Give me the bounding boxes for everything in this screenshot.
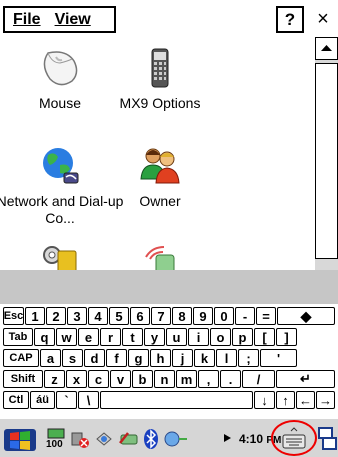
key-international[interactable]: áü bbox=[30, 391, 55, 409]
key-slash[interactable]: / bbox=[242, 370, 275, 388]
key-space[interactable] bbox=[100, 391, 253, 409]
key-1[interactable]: 1 bbox=[25, 307, 45, 325]
key-right-arrow[interactable]: → bbox=[316, 391, 335, 409]
key-f[interactable]: f bbox=[106, 349, 127, 367]
key-down-arrow[interactable]: ↓ bbox=[254, 391, 275, 409]
key-t[interactable]: t bbox=[122, 328, 143, 346]
key-r[interactable]: r bbox=[100, 328, 121, 346]
key-equals[interactable]: = bbox=[256, 307, 276, 325]
clock-time: 4:10 bbox=[239, 432, 264, 446]
battery-level: 100 bbox=[46, 439, 63, 450]
key-o[interactable]: o bbox=[210, 328, 231, 346]
owner-people-icon bbox=[140, 148, 180, 184]
item-label: Owner bbox=[139, 193, 181, 209]
key-ctrl[interactable]: Ctl bbox=[3, 391, 29, 409]
key-2[interactable]: 2 bbox=[46, 307, 66, 325]
mx9-options-item[interactable]: MX9 Options bbox=[95, 47, 225, 112]
key-esc[interactable]: Esc bbox=[3, 307, 24, 325]
key-w[interactable]: w bbox=[56, 328, 77, 346]
bluetooth-icon[interactable] bbox=[142, 428, 160, 450]
key-n[interactable]: n bbox=[154, 370, 175, 388]
key-k[interactable]: k bbox=[194, 349, 215, 367]
key-s[interactable]: s bbox=[62, 349, 83, 367]
key-x[interactable]: x bbox=[66, 370, 87, 388]
password-keys-icon bbox=[43, 246, 77, 270]
network-connection-icon[interactable] bbox=[93, 429, 115, 449]
wireless-item[interactable] bbox=[95, 243, 225, 270]
view-menu[interactable]: View bbox=[55, 11, 91, 29]
key-tab[interactable]: Tab bbox=[3, 328, 33, 346]
key-left-arrow[interactable]: ← bbox=[296, 391, 315, 409]
key-9[interactable]: 9 bbox=[193, 307, 213, 325]
key-q[interactable]: q bbox=[34, 328, 55, 346]
key-3[interactable]: 3 bbox=[67, 307, 87, 325]
key-m[interactable]: m bbox=[176, 370, 197, 388]
key-up-arrow[interactable]: ↑ bbox=[276, 391, 295, 409]
key-right-bracket[interactable]: ] bbox=[276, 328, 297, 346]
key-semicolon[interactable]: ; bbox=[238, 349, 259, 367]
key-y[interactable]: y bbox=[144, 328, 165, 346]
network-globe-icon bbox=[43, 148, 79, 184]
pda-wireless-icon bbox=[145, 246, 175, 270]
key-5[interactable]: 5 bbox=[109, 307, 129, 325]
key-z[interactable]: z bbox=[44, 370, 65, 388]
control-panel-list: Mouse MX9 Options Network and Dial-up Co… bbox=[0, 37, 315, 270]
key-8[interactable]: 8 bbox=[172, 307, 192, 325]
key-left-bracket[interactable]: [ bbox=[254, 328, 275, 346]
key-u[interactable]: u bbox=[166, 328, 187, 346]
key-b[interactable]: b bbox=[132, 370, 153, 388]
key-4[interactable]: 4 bbox=[88, 307, 108, 325]
key-enter[interactable]: ↵ bbox=[276, 370, 335, 388]
key-g[interactable]: g bbox=[128, 349, 149, 367]
key-a[interactable]: a bbox=[40, 349, 61, 367]
key-caps[interactable]: CAP bbox=[3, 349, 39, 367]
arrow-up-icon bbox=[321, 45, 332, 51]
panel-separator bbox=[0, 270, 338, 304]
owner-item[interactable]: Owner bbox=[95, 145, 225, 210]
key-minus[interactable]: - bbox=[235, 307, 255, 325]
close-button[interactable]: × bbox=[309, 6, 337, 33]
key-backslash[interactable]: \ bbox=[78, 391, 99, 409]
key-c[interactable]: c bbox=[88, 370, 109, 388]
key-backtick[interactable]: ` bbox=[56, 391, 77, 409]
key-backspace[interactable]: ◆ bbox=[277, 307, 335, 325]
key-7[interactable]: 7 bbox=[151, 307, 171, 325]
start-windows-icon[interactable] bbox=[4, 425, 36, 453]
tray-arrow-icon[interactable] bbox=[222, 432, 234, 444]
highlight-circle bbox=[271, 420, 317, 456]
vertical-scrollbar[interactable] bbox=[315, 37, 338, 270]
item-label: MX9 Options bbox=[119, 95, 201, 111]
key-shift[interactable]: Shift bbox=[3, 370, 43, 388]
window-switch-icon[interactable] bbox=[317, 426, 337, 452]
mouse-icon bbox=[43, 51, 78, 86]
key-6[interactable]: 6 bbox=[130, 307, 150, 325]
menu-group: File View bbox=[3, 6, 116, 33]
key-j[interactable]: j bbox=[172, 349, 193, 367]
key-v[interactable]: v bbox=[110, 370, 131, 388]
wifi-status-icon[interactable] bbox=[163, 429, 191, 449]
key-p[interactable]: p bbox=[232, 328, 253, 346]
file-menu[interactable]: File bbox=[13, 11, 41, 29]
key-i[interactable]: i bbox=[188, 328, 209, 346]
sound-icon[interactable] bbox=[70, 429, 90, 449]
soft-keyboard: Esc 1 2 3 4 5 6 7 8 9 0 - = ◆ Tab q w e … bbox=[0, 304, 338, 418]
scrollbar-thumb[interactable] bbox=[315, 63, 338, 259]
menu-bar: File View ? × bbox=[0, 0, 338, 37]
item-label: Mouse bbox=[38, 95, 82, 111]
key-comma[interactable]: , bbox=[198, 370, 219, 388]
handheld-device-icon bbox=[151, 48, 169, 88]
help-button[interactable]: ? bbox=[276, 6, 304, 33]
key-e[interactable]: e bbox=[78, 328, 99, 346]
sync-status-icon[interactable] bbox=[118, 429, 140, 449]
backspace-icon: ◆ bbox=[300, 307, 312, 324]
key-0[interactable]: 0 bbox=[214, 307, 234, 325]
key-period[interactable]: . bbox=[220, 370, 241, 388]
key-h[interactable]: h bbox=[150, 349, 171, 367]
scroll-up-button[interactable] bbox=[315, 37, 338, 60]
key-l[interactable]: l bbox=[216, 349, 237, 367]
key-d[interactable]: d bbox=[84, 349, 105, 367]
key-apostrophe[interactable]: ' bbox=[260, 349, 297, 367]
